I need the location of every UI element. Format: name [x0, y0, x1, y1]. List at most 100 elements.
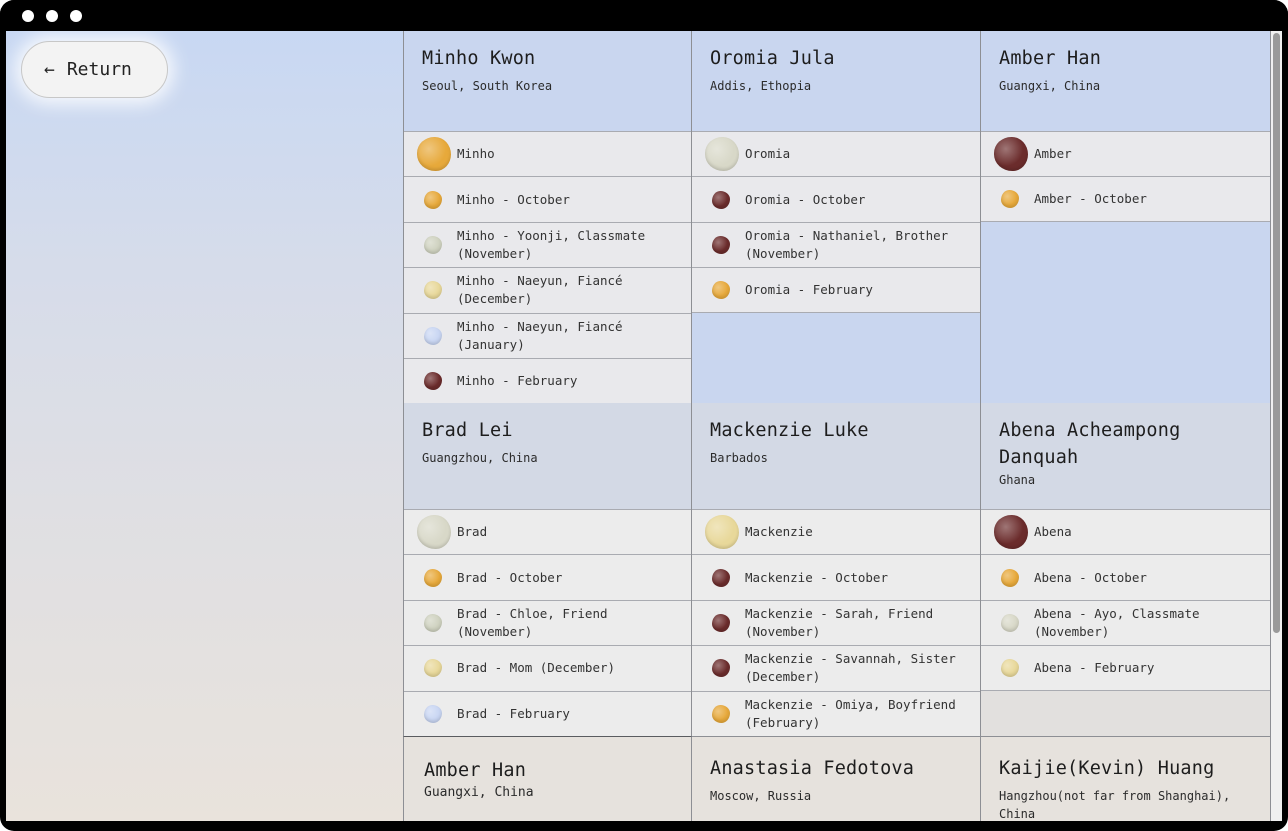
stone-list-item[interactable]: Mackenzie - October	[692, 554, 980, 600]
stone-label: Minho	[457, 146, 495, 162]
stone-label: Amber	[1034, 146, 1072, 162]
person-name: Kaijie(Kevin) Huang	[999, 758, 1215, 779]
stone-label: Brad - February	[457, 705, 570, 721]
stone-list-item[interactable]: Abena - February	[981, 645, 1270, 691]
stone-list: Mackenzie Mackenzie - October Mackenzie …	[692, 509, 980, 736]
stone-list-item[interactable]: Brad	[404, 509, 691, 555]
page-scrollbar[interactable]	[1271, 31, 1282, 821]
stone-icon	[712, 190, 730, 209]
stone-list-item[interactable]: Minho - February	[404, 357, 691, 403]
stone-list-item[interactable]: Abena - Ayo, Classmate (November)	[981, 599, 1270, 646]
stone-list: Abena Abena - October Abena - Ayo, Class…	[981, 509, 1270, 691]
stone-label: Mackenzie	[745, 524, 813, 540]
page-viewport: ← Return Minho Kwon Seoul, South Korea M…	[6, 31, 1282, 821]
stone-label: Mackenzie - Savannah, Sister (December)	[745, 651, 956, 685]
stone-icon	[424, 326, 442, 345]
person-name: Abena Acheampong Danquah	[999, 420, 1181, 468]
stone-list-item[interactable]: Minho - Naeyun, Fiancé (January)	[404, 312, 691, 358]
person-location: Ghana	[999, 473, 1036, 487]
stone-list-item[interactable]: Brad - February	[404, 690, 691, 736]
person-card-abena: Abena Acheampong Danquah Ghana Abena Abe…	[981, 403, 1271, 737]
stone-list-item[interactable]: Mackenzie	[692, 509, 980, 555]
stone-list-item[interactable]: Abena	[981, 509, 1270, 555]
stone-label: Minho - October	[457, 191, 570, 207]
person-card-anastasia: Anastasia Fedotova Moscow, Russia	[692, 736, 981, 821]
stone-icon	[1001, 613, 1019, 632]
stone-label: Minho - Naeyun, Fiancé (December)	[457, 273, 623, 307]
stone-list: Amber Amber - October	[981, 131, 1270, 222]
stone-list-item[interactable]: Brad - October	[404, 554, 691, 600]
stone-list-item[interactable]: Minho - October	[404, 176, 691, 222]
stone-icon	[712, 659, 730, 678]
stone-list-item[interactable]: Mackenzie - Savannah, Sister (December)	[692, 645, 980, 691]
stone-label: Abena	[1034, 524, 1072, 540]
browser-window: ← Return Minho Kwon Seoul, South Korea M…	[0, 0, 1288, 831]
window-titlebar	[0, 0, 1288, 31]
stone-icon	[1001, 568, 1019, 587]
return-button-label: Return	[66, 59, 132, 80]
stone-label: Brad - October	[457, 569, 563, 585]
window-minimize-dot[interactable]	[46, 10, 58, 22]
stone-list-item[interactable]: Brad - Chloe, Friend (November)	[404, 599, 691, 646]
stone-list-item[interactable]: Abena - October	[981, 554, 1270, 600]
stone-icon	[712, 235, 730, 254]
stone-label: Mackenzie - Sarah, Friend (November)	[745, 605, 934, 639]
arrow-left-icon: ←	[44, 59, 55, 80]
stone-label: Oromia	[745, 146, 791, 162]
stone-icon	[424, 568, 442, 587]
stone-list-item[interactable]: Mackenzie - Sarah, Friend (November)	[692, 599, 980, 646]
person-location: Guangzhou, China	[422, 451, 538, 465]
person-location: Addis, Ethopia	[710, 79, 812, 93]
stone-icon	[705, 515, 739, 550]
stone-icon	[424, 659, 442, 678]
stone-list-item[interactable]: Oromia - October	[692, 176, 980, 222]
person-name: Brad Lei	[422, 420, 513, 441]
stone-icon	[417, 515, 451, 550]
stone-list-item[interactable]: Minho - Yoonji, Classmate (November)	[404, 221, 691, 268]
stone-label: Oromia - Nathaniel, Brother (November)	[745, 227, 949, 261]
stone-icon	[712, 704, 730, 723]
stone-label: Abena - February	[1034, 659, 1155, 675]
stone-label: Oromia - February	[745, 281, 873, 297]
stone-list-item[interactable]: Mackenzie - Omiya, Boyfriend (February)	[692, 690, 980, 736]
person-location: Seoul, South Korea	[422, 79, 553, 93]
stone-icon	[424, 613, 442, 632]
person-name: Minho Kwon	[422, 48, 536, 69]
person-card-oromia: Oromia Jula Addis, Ethopia Oromia Oromia…	[692, 31, 981, 404]
stone-list-item[interactable]: Amber - October	[981, 176, 1270, 222]
stone-list: Minho Minho - October Minho - Yoonji, Cl…	[404, 131, 691, 403]
stone-list-item[interactable]: Oromia - Nathaniel, Brother (November)	[692, 221, 980, 268]
stone-label: Brad - Chloe, Friend (November)	[457, 605, 608, 639]
person-name: Oromia Jula	[710, 48, 835, 69]
stone-label: Abena - October	[1034, 569, 1147, 585]
stone-icon	[712, 568, 730, 587]
stone-list-item[interactable]: Oromia	[692, 131, 980, 177]
stone-icon	[994, 515, 1028, 550]
stone-icon	[424, 190, 442, 209]
stone-icon	[712, 280, 730, 299]
stone-label: Mackenzie - Omiya, Boyfriend (February)	[745, 696, 956, 730]
stone-label: Brad	[457, 524, 488, 540]
stone-list-item[interactable]: Brad - Mom (December)	[404, 645, 691, 691]
scrollbar-thumb[interactable]	[1273, 33, 1280, 633]
stone-list-item[interactable]: Oromia - February	[692, 267, 980, 313]
window-close-dot[interactable]	[22, 10, 34, 22]
person-location: Guangxi, China	[424, 785, 534, 800]
stone-list-item[interactable]: Minho - Naeyun, Fiancé (December)	[404, 267, 691, 313]
stone-label: Minho - Naeyun, Fiancé (January)	[457, 318, 623, 352]
person-location: Barbados	[710, 451, 768, 465]
window-maximize-dot[interactable]	[70, 10, 82, 22]
stone-list-item[interactable]: Amber	[981, 131, 1270, 177]
return-button[interactable]: ← Return	[21, 41, 168, 98]
person-card-mackenzie: Mackenzie Luke Barbados Mackenzie Macken…	[692, 403, 981, 737]
stone-label: Brad - Mom (December)	[457, 660, 616, 676]
stone-icon	[712, 613, 730, 632]
person-location: Hangzhou(not far from Shanghai), China	[999, 789, 1231, 821]
stone-icon	[417, 137, 451, 172]
stone-list-item[interactable]: Minho	[404, 131, 691, 177]
person-name: Amber Han	[424, 760, 527, 781]
person-card-kaijie: Kaijie(Kevin) Huang Hangzhou(not far fro…	[981, 736, 1271, 821]
person-name: Anastasia Fedotova	[710, 758, 915, 779]
person-card-minho: Minho Kwon Seoul, South Korea Minho Minh…	[403, 31, 692, 404]
stone-icon	[424, 235, 442, 254]
